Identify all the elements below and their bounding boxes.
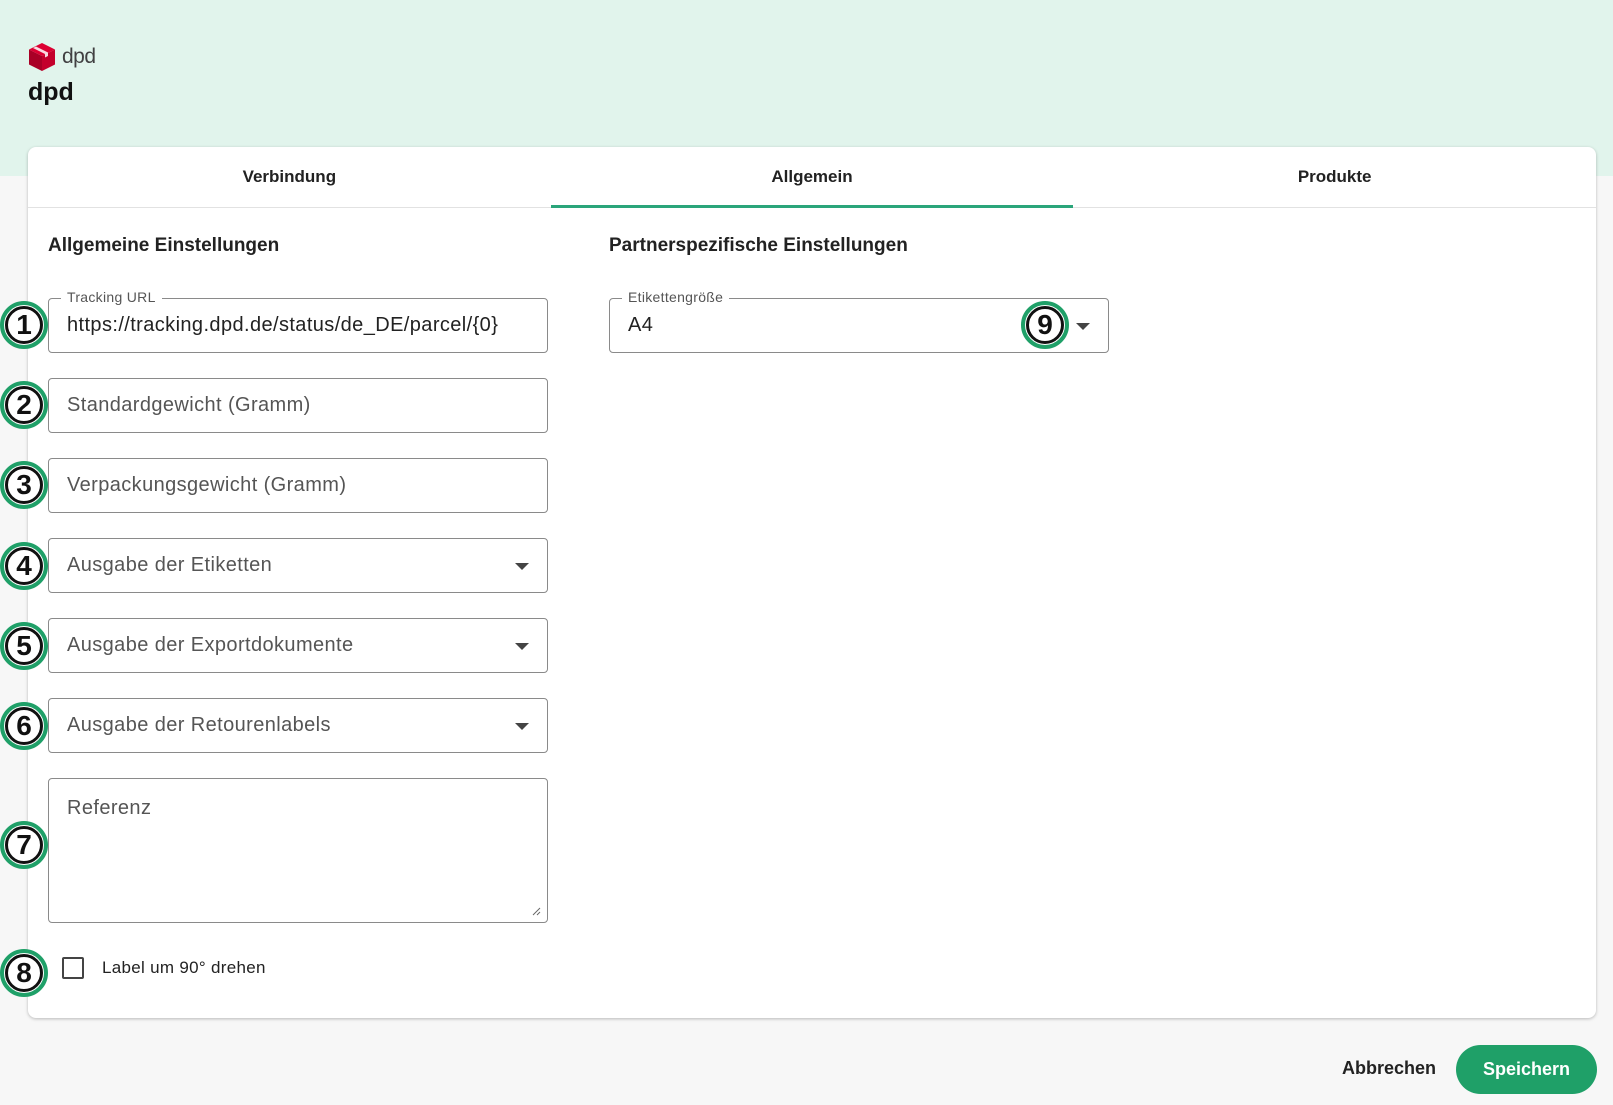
caret-down-icon	[1076, 322, 1090, 330]
brand: dpd dpd	[28, 42, 96, 107]
tab-produkte[interactable]: Produkte	[1073, 147, 1596, 207]
return-labels-output-select[interactable]: Ausgabe der Retourenlabels	[48, 698, 548, 753]
caret-down-icon	[515, 722, 529, 730]
rotate-label-checkbox[interactable]	[62, 957, 84, 979]
return-labels-output-placeholder: Ausgabe der Retourenlabels	[67, 714, 331, 736]
dpd-cube-icon	[29, 43, 55, 71]
settings-card: Verbindung Allgemein Produkte Allgemeine…	[28, 147, 1596, 1018]
logo-wordmark: dpd	[62, 45, 96, 68]
default-weight-input[interactable]: Standardgewicht (Gramm)	[48, 378, 548, 433]
export-docs-output-select[interactable]: Ausgabe der Exportdokumente	[48, 618, 548, 673]
carrier-name: dpd	[28, 78, 74, 106]
annotation-marker-1: 1	[0, 301, 48, 349]
annotation-marker-9: 9	[1021, 301, 1069, 349]
annotation-marker-7: 7	[0, 821, 48, 869]
tab-allgemein[interactable]: Allgemein	[550, 147, 1074, 208]
packaging-weight-placeholder: Verpackungsgewicht (Gramm)	[67, 474, 347, 496]
label-size-label: Etikettengröße	[622, 289, 730, 305]
resize-grip-icon[interactable]	[531, 906, 541, 916]
partner-settings-title: Partnerspezifische Einstellungen	[609, 235, 908, 256]
packaging-weight-input[interactable]: Verpackungsgewicht (Gramm)	[48, 458, 548, 513]
label-output-placeholder: Ausgabe der Etiketten	[67, 554, 273, 576]
reference-placeholder: Referenz	[67, 797, 152, 819]
label-size-value: A4	[628, 314, 654, 336]
annotation-marker-5: 5	[0, 622, 48, 670]
annotation-marker-3: 3	[0, 461, 48, 509]
tab-bar: Verbindung Allgemein Produkte	[28, 147, 1596, 208]
tracking-url-value: https://tracking.dpd.de/status/de_DE/par…	[67, 314, 499, 336]
rotate-label-row[interactable]: Label um 90° drehen	[62, 957, 266, 979]
annotation-marker-6: 6	[0, 702, 48, 750]
tracking-url-field[interactable]: Tracking URL https://tracking.dpd.de/sta…	[48, 289, 548, 353]
tab-verbindung[interactable]: Verbindung	[28, 147, 551, 207]
export-docs-output-placeholder: Ausgabe der Exportdokumente	[67, 634, 354, 656]
reference-textarea[interactable]: Referenz	[48, 778, 548, 923]
general-settings-title: Allgemeine Einstellungen	[48, 235, 280, 256]
save-button[interactable]: Speichern	[1456, 1045, 1597, 1094]
cancel-button[interactable]: Abbrechen	[1342, 1058, 1436, 1079]
caret-down-icon	[515, 562, 529, 570]
default-weight-placeholder: Standardgewicht (Gramm)	[67, 394, 311, 416]
caret-down-icon	[515, 642, 529, 650]
dpd-logo: dpd	[28, 42, 96, 72]
tracking-url-label: Tracking URL	[61, 289, 162, 305]
annotation-marker-4: 4	[0, 542, 48, 590]
annotation-marker-8: 8	[0, 949, 48, 997]
label-output-select[interactable]: Ausgabe der Etiketten	[48, 538, 548, 593]
annotation-marker-2: 2	[0, 381, 48, 429]
rotate-label-text: Label um 90° drehen	[102, 958, 266, 977]
